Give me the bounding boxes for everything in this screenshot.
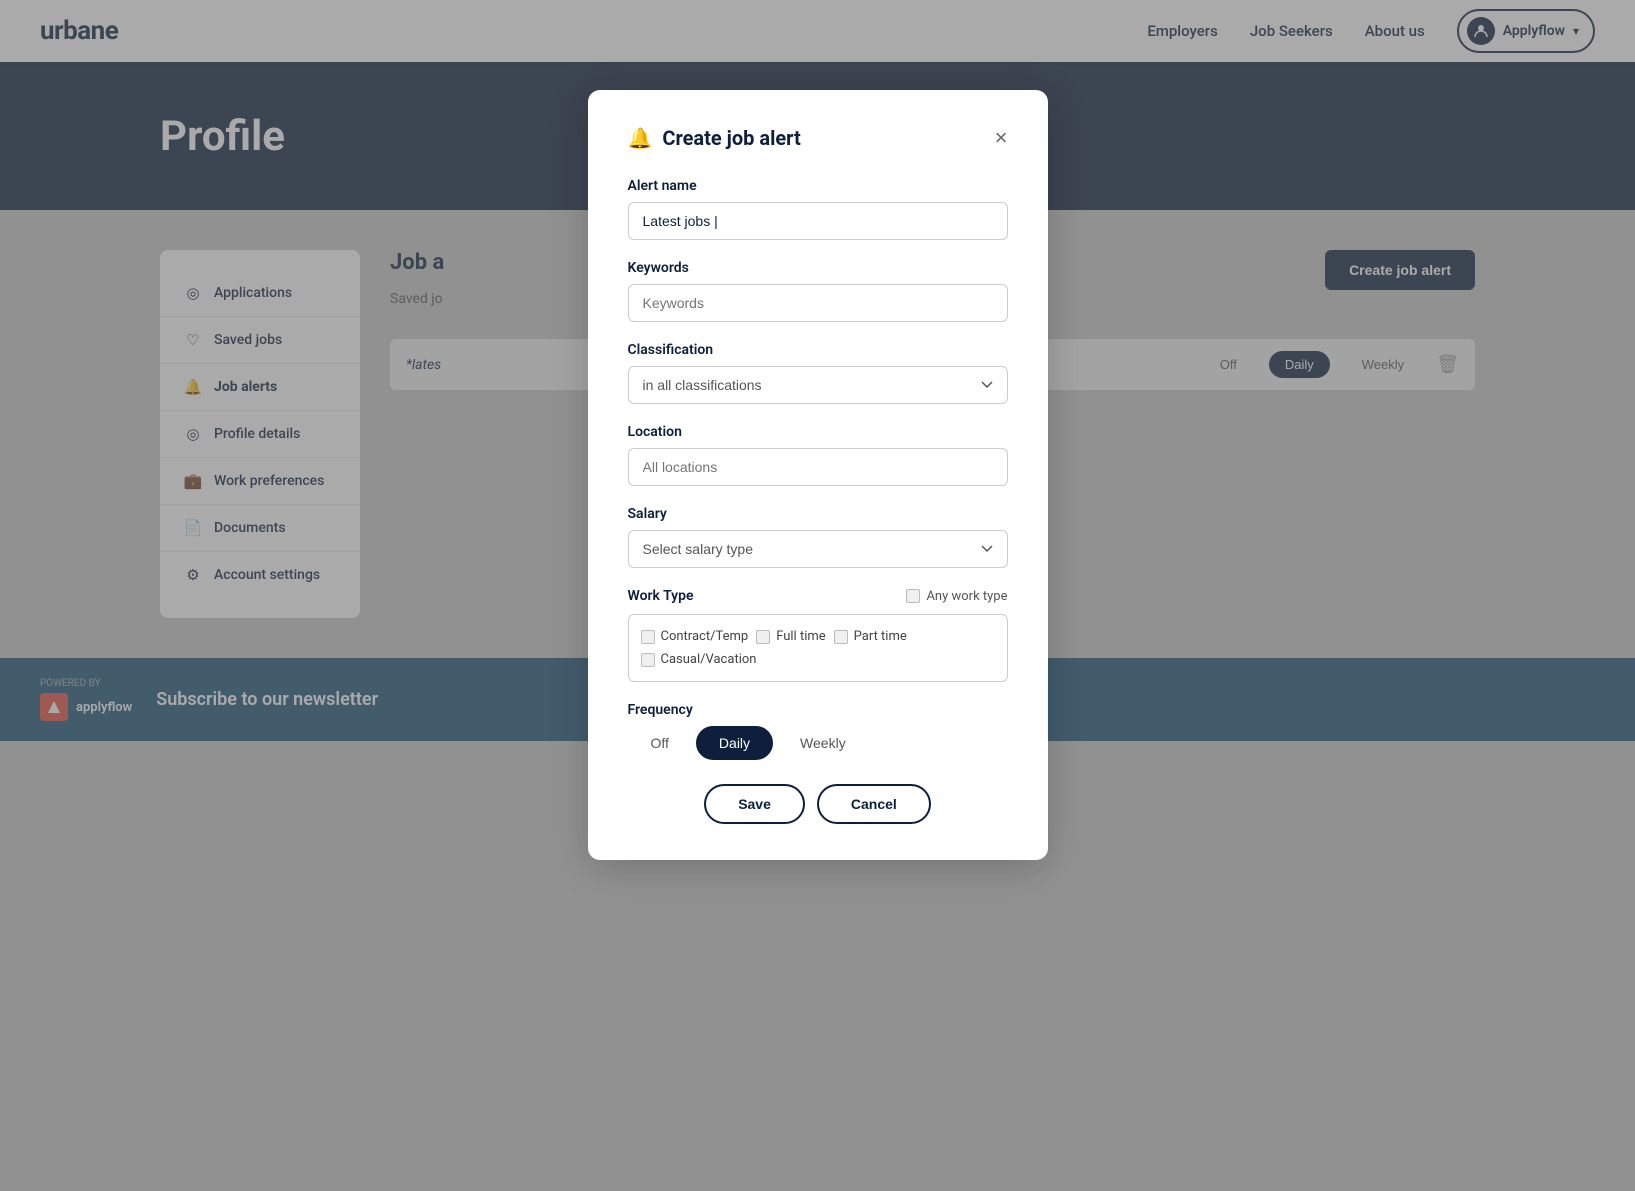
cancel-button[interactable]: Cancel	[817, 784, 931, 824]
frequency-group: Frequency Off Daily Weekly	[628, 702, 1008, 760]
salary-label: Salary	[628, 506, 1008, 522]
salary-group: Salary Select salary type Annual salary …	[628, 506, 1008, 568]
frequency-daily-button[interactable]: Daily	[696, 726, 773, 760]
any-work-type-option[interactable]: Any work type	[906, 589, 1007, 604]
part-time-label: Part time	[854, 629, 907, 644]
modal-header: 🔔 Create job alert ×	[628, 126, 1008, 150]
work-type-options: Contract/Temp Full time Part time Casual…	[641, 629, 995, 667]
full-time-label: Full time	[776, 629, 825, 644]
frequency-weekly-button[interactable]: Weekly	[777, 726, 869, 760]
alert-name-label: Alert name	[628, 178, 1008, 194]
frequency-label: Frequency	[628, 702, 1008, 718]
casual-vacation-checkbox[interactable]	[641, 653, 655, 667]
keywords-input[interactable]	[628, 284, 1008, 322]
any-work-type-checkbox[interactable]	[906, 589, 920, 603]
keywords-group: Keywords	[628, 260, 1008, 322]
work-type-casual-vacation[interactable]: Casual/Vacation	[641, 652, 757, 667]
modal-close-button[interactable]: ×	[995, 127, 1008, 149]
location-input[interactable]	[628, 448, 1008, 486]
work-type-group: Work Type Any work type Contract/Temp Fu…	[628, 588, 1008, 682]
location-group: Location	[628, 424, 1008, 486]
contract-temp-checkbox[interactable]	[641, 630, 655, 644]
alert-name-input[interactable]	[628, 202, 1008, 240]
work-type-part-time[interactable]: Part time	[834, 629, 907, 644]
work-type-full-time[interactable]: Full time	[756, 629, 825, 644]
work-type-box: Contract/Temp Full time Part time Casual…	[628, 614, 1008, 682]
casual-vacation-label: Casual/Vacation	[661, 652, 757, 667]
classification-select[interactable]: in all classifications Accounting Engine…	[628, 366, 1008, 404]
modal-title: 🔔 Create job alert	[628, 126, 801, 150]
part-time-checkbox[interactable]	[834, 630, 848, 644]
modal-footer: Save Cancel	[628, 784, 1008, 824]
classification-label: Classification	[628, 342, 1008, 358]
modal-overlay: 🔔 Create job alert × Alert name Keywords…	[0, 0, 1635, 1191]
frequency-buttons: Off Daily Weekly	[628, 726, 1008, 760]
any-work-type-label: Any work type	[926, 589, 1007, 604]
create-job-alert-modal: 🔔 Create job alert × Alert name Keywords…	[588, 90, 1048, 860]
full-time-checkbox[interactable]	[756, 630, 770, 644]
work-type-contract-temp[interactable]: Contract/Temp	[641, 629, 749, 644]
keywords-label: Keywords	[628, 260, 1008, 276]
alert-name-group: Alert name	[628, 178, 1008, 240]
work-type-label: Work Type	[628, 588, 694, 604]
save-button[interactable]: Save	[704, 784, 805, 824]
contract-temp-label: Contract/Temp	[661, 629, 749, 644]
modal-title-text: Create job alert	[662, 126, 800, 150]
work-type-header: Work Type Any work type	[628, 588, 1008, 604]
salary-select[interactable]: Select salary type Annual salary Hourly …	[628, 530, 1008, 568]
modal-bell-icon: 🔔	[628, 126, 653, 150]
location-label: Location	[628, 424, 1008, 440]
classification-group: Classification in all classifications Ac…	[628, 342, 1008, 404]
frequency-off-button[interactable]: Off	[628, 726, 692, 760]
